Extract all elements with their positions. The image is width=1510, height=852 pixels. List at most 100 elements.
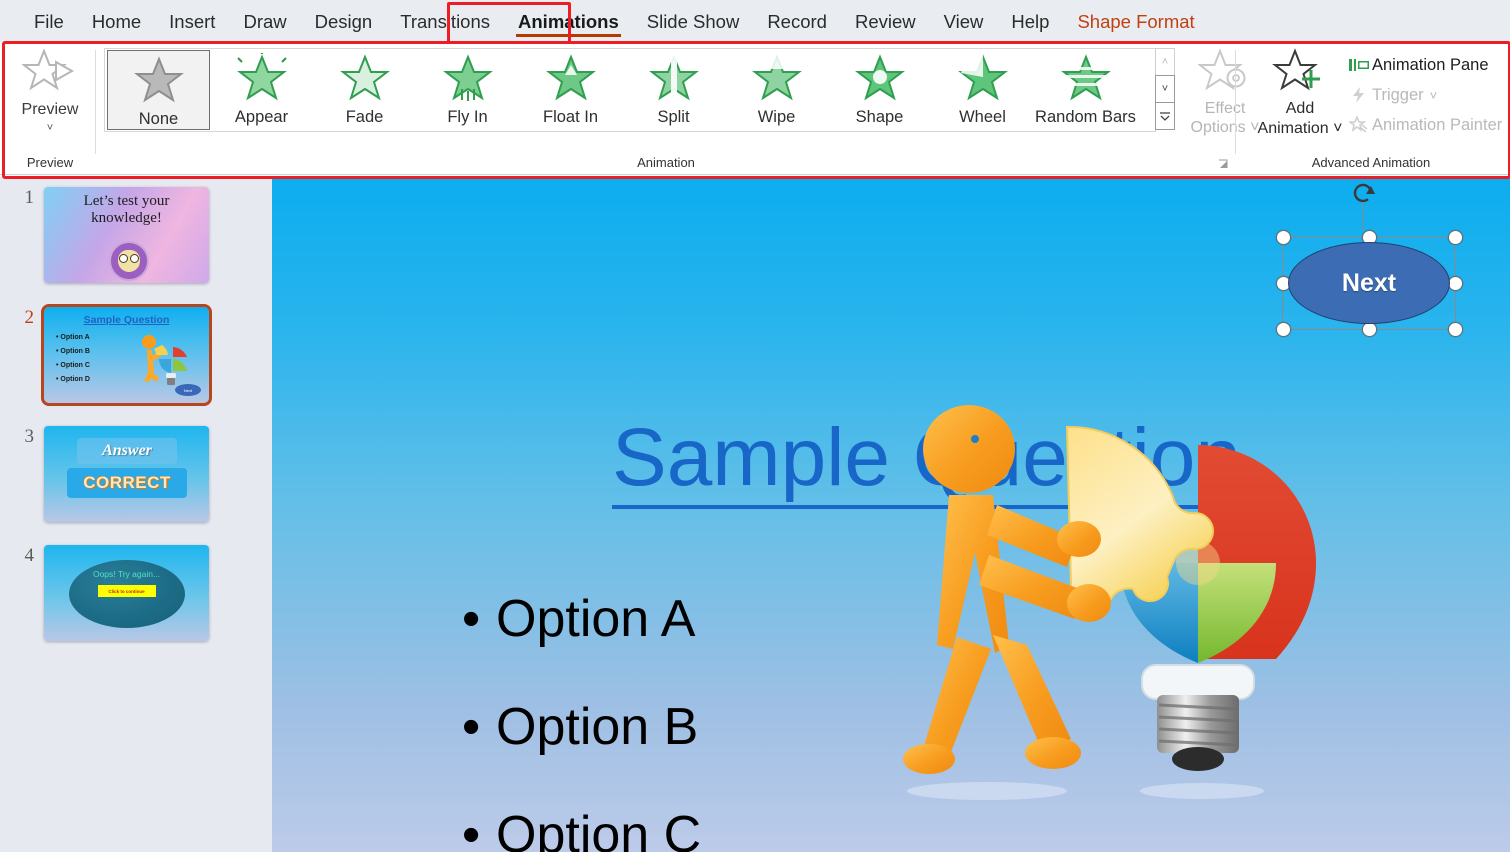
preview-caret-icon[interactable]: ˅ xyxy=(47,123,53,134)
slide-thumbnail-2[interactable]: Sample Question Option AOption BOption C… xyxy=(41,304,212,406)
bullet-char: • xyxy=(462,590,481,648)
rotate-handle-icon[interactable] xyxy=(1351,181,1375,205)
ribbon-tab-bar: File Home Insert Draw Design Transitions Anima… xyxy=(0,0,1510,49)
slide-thumbnail-4[interactable]: Oops! Try again... Click to continue xyxy=(44,545,209,641)
resize-handle-top-left[interactable] xyxy=(1276,230,1291,245)
advanced-animation-label: Trigger xyxy=(1372,85,1424,104)
ribbon-tab-view[interactable]: View xyxy=(930,0,998,42)
animation-gallery-item-shape[interactable]: Shape xyxy=(828,49,931,131)
ribbon-tab-transitions[interactable]: Transitions xyxy=(386,0,504,42)
ribbon-tab-help[interactable]: Help xyxy=(997,0,1063,42)
ribbon-tab-animations[interactable]: Animations xyxy=(504,0,633,42)
thumb2-bullet-item: Option A xyxy=(56,331,90,345)
thumb1-title-line1: Let’s test your xyxy=(83,193,170,209)
star-wipe-icon xyxy=(750,53,803,106)
animation-gallery-item-wipe[interactable]: Wipe xyxy=(725,49,828,131)
star-gray-icon xyxy=(133,55,185,108)
slide-thumbnail-pane[interactable]: 1 Let’s test your knowledge! 2 Sample Qu… xyxy=(0,177,236,852)
animation-gallery-item-split[interactable]: Split xyxy=(622,49,725,131)
group-label-advanced-animation: Advanced Animation xyxy=(1311,155,1431,170)
thumbnail-number-3: 3 xyxy=(24,426,35,447)
ribbon-tab-file[interactable]: File xyxy=(20,0,78,42)
next-shape[interactable]: Next xyxy=(1288,242,1450,324)
thumb2-bullet-item: Option C xyxy=(56,359,90,373)
ribbon-tab-record[interactable]: Record xyxy=(753,0,841,42)
advanced-animation-animation-pane-button[interactable]: Animation Pane xyxy=(1346,50,1506,80)
slide-bullet-list[interactable]: •Option A•Option B•Option C•Option D xyxy=(462,565,701,852)
powerpoint-window: File Home Insert Draw Design Transitions Anima… xyxy=(0,0,1510,852)
bullet-char: • xyxy=(462,806,481,852)
star-fade-icon xyxy=(339,53,391,106)
star-split-icon xyxy=(648,53,700,106)
resize-handle-bottom-left[interactable] xyxy=(1276,322,1291,337)
thumbnail-number-1: 1 xyxy=(24,187,35,208)
star-shape-icon xyxy=(854,53,906,106)
animation-gallery-item-random-bars[interactable]: Random Bars xyxy=(1034,49,1137,131)
thumb2-bullet-list: Option AOption BOption COption D xyxy=(56,331,90,387)
preview-button[interactable]: Preview ˅ xyxy=(12,48,88,154)
ribbon-tab-draw[interactable]: Draw xyxy=(229,0,300,42)
gallery-more-icon xyxy=(1160,112,1170,121)
resize-handle-top-right[interactable] xyxy=(1448,230,1463,245)
star-wheel-icon xyxy=(957,53,1009,106)
animation-gallery[interactable]: None Appear Fade Fly In Float In Split Wipe Sha… xyxy=(104,48,1156,132)
animation-gallery-item-fade[interactable]: Fade xyxy=(313,49,416,131)
animation-gallery-label: Split xyxy=(657,108,690,126)
ribbon-tab-design[interactable]: Design xyxy=(301,0,387,42)
group-label-preview: Preview xyxy=(26,155,74,170)
slide-editing-stage: Sample Question •Option A•Option B•Optio… xyxy=(236,177,1510,852)
animation-gallery-item-fly-in[interactable]: Fly In xyxy=(416,49,519,131)
ribbon-tab-review[interactable]: Review xyxy=(841,0,930,42)
lightning-bolt-icon xyxy=(1346,86,1372,104)
slide-bullet-text: Option B xyxy=(496,698,699,756)
advanced-animation-caret-icon[interactable]: ˅ xyxy=(1430,88,1438,103)
resize-handle-bottom-center[interactable] xyxy=(1362,322,1377,337)
slide-thumbnail-1[interactable]: Let’s test your knowledge! xyxy=(44,187,209,283)
gallery-scroll-buttons[interactable]: ˄ ˅ xyxy=(1155,48,1175,130)
advanced-animation-label: Animation Pane xyxy=(1372,55,1489,74)
resize-handle-bottom-right[interactable] xyxy=(1448,322,1463,337)
animation-gallery-label: Wipe xyxy=(757,108,796,126)
slide-bullet-item[interactable]: • Option B xyxy=(462,673,701,781)
add-animation-button[interactable]: Add Animation ˅ xyxy=(1252,48,1348,154)
thumb2-puzzle-lightbulb-icon xyxy=(133,331,199,387)
thumbnail-number-2: 2 xyxy=(24,307,35,328)
thumb2-bullet-item: Option B xyxy=(56,345,90,359)
thumb4-message: Oops! Try again... xyxy=(92,569,161,579)
ribbon-tab-home[interactable]: Home xyxy=(78,0,155,42)
ribbon-tab-shape-format[interactable]: Shape Format xyxy=(1063,0,1208,42)
slide-bullet-item[interactable]: • Option C xyxy=(462,781,701,852)
animation-gallery-item-none[interactable]: None xyxy=(107,50,210,130)
gallery-scroll-up-button[interactable]: ˄ xyxy=(1155,48,1175,75)
resize-handle-middle-right[interactable] xyxy=(1448,276,1463,291)
star-flyin-icon xyxy=(442,53,494,106)
preview-star-play-icon xyxy=(21,48,78,99)
owl-icon xyxy=(108,241,149,281)
gallery-more-button[interactable] xyxy=(1155,102,1175,130)
add-animation-label-2: Animation xyxy=(1257,120,1329,137)
ribbon-tab-slide-show[interactable]: Slide Show xyxy=(633,0,754,42)
star-randombars-icon xyxy=(1060,53,1112,106)
advanced-animation-animation-painter-button[interactable]: Animation Painter xyxy=(1346,110,1506,140)
ribbon-tabs: File Home Insert Draw Design Transitions Anima… xyxy=(0,0,1510,42)
thumb1-title-line2: knowledge! xyxy=(91,210,162,226)
slide-bullet-item[interactable]: • Option A xyxy=(462,565,701,673)
add-animation-label-1: Add xyxy=(1285,100,1315,117)
slide-thumbnail-3[interactable]: Answer CORRECT xyxy=(44,426,209,522)
animation-gallery-item-wheel[interactable]: Wheel xyxy=(931,49,1034,131)
current-slide[interactable]: Sample Question •Option A•Option B•Optio… xyxy=(272,177,1510,852)
advanced-animation-label: Animation Painter xyxy=(1372,115,1503,134)
ribbon-group-preview: Preview ˅ Preview xyxy=(4,42,96,174)
animation-painter-icon xyxy=(1346,116,1372,134)
animation-gallery-label: Random Bars xyxy=(1035,108,1136,126)
slide-bullet-text: Option C xyxy=(496,806,702,852)
animation-gallery-item-float-in[interactable]: Float In xyxy=(519,49,622,131)
thumb3-heading: Answer xyxy=(102,442,152,459)
next-shape-container[interactable]: Next xyxy=(1276,183,1463,337)
thumb2-next-button: Next xyxy=(175,384,201,396)
gallery-scroll-down-button[interactable]: ˅ xyxy=(1155,75,1175,102)
advanced-animation-trigger-button[interactable]: Trigger ˅ xyxy=(1346,80,1506,110)
animation-gallery-item-appear[interactable]: Appear xyxy=(210,49,313,131)
thumbnail-number-4: 4 xyxy=(24,545,35,566)
ribbon-tab-insert[interactable]: Insert xyxy=(155,0,229,42)
